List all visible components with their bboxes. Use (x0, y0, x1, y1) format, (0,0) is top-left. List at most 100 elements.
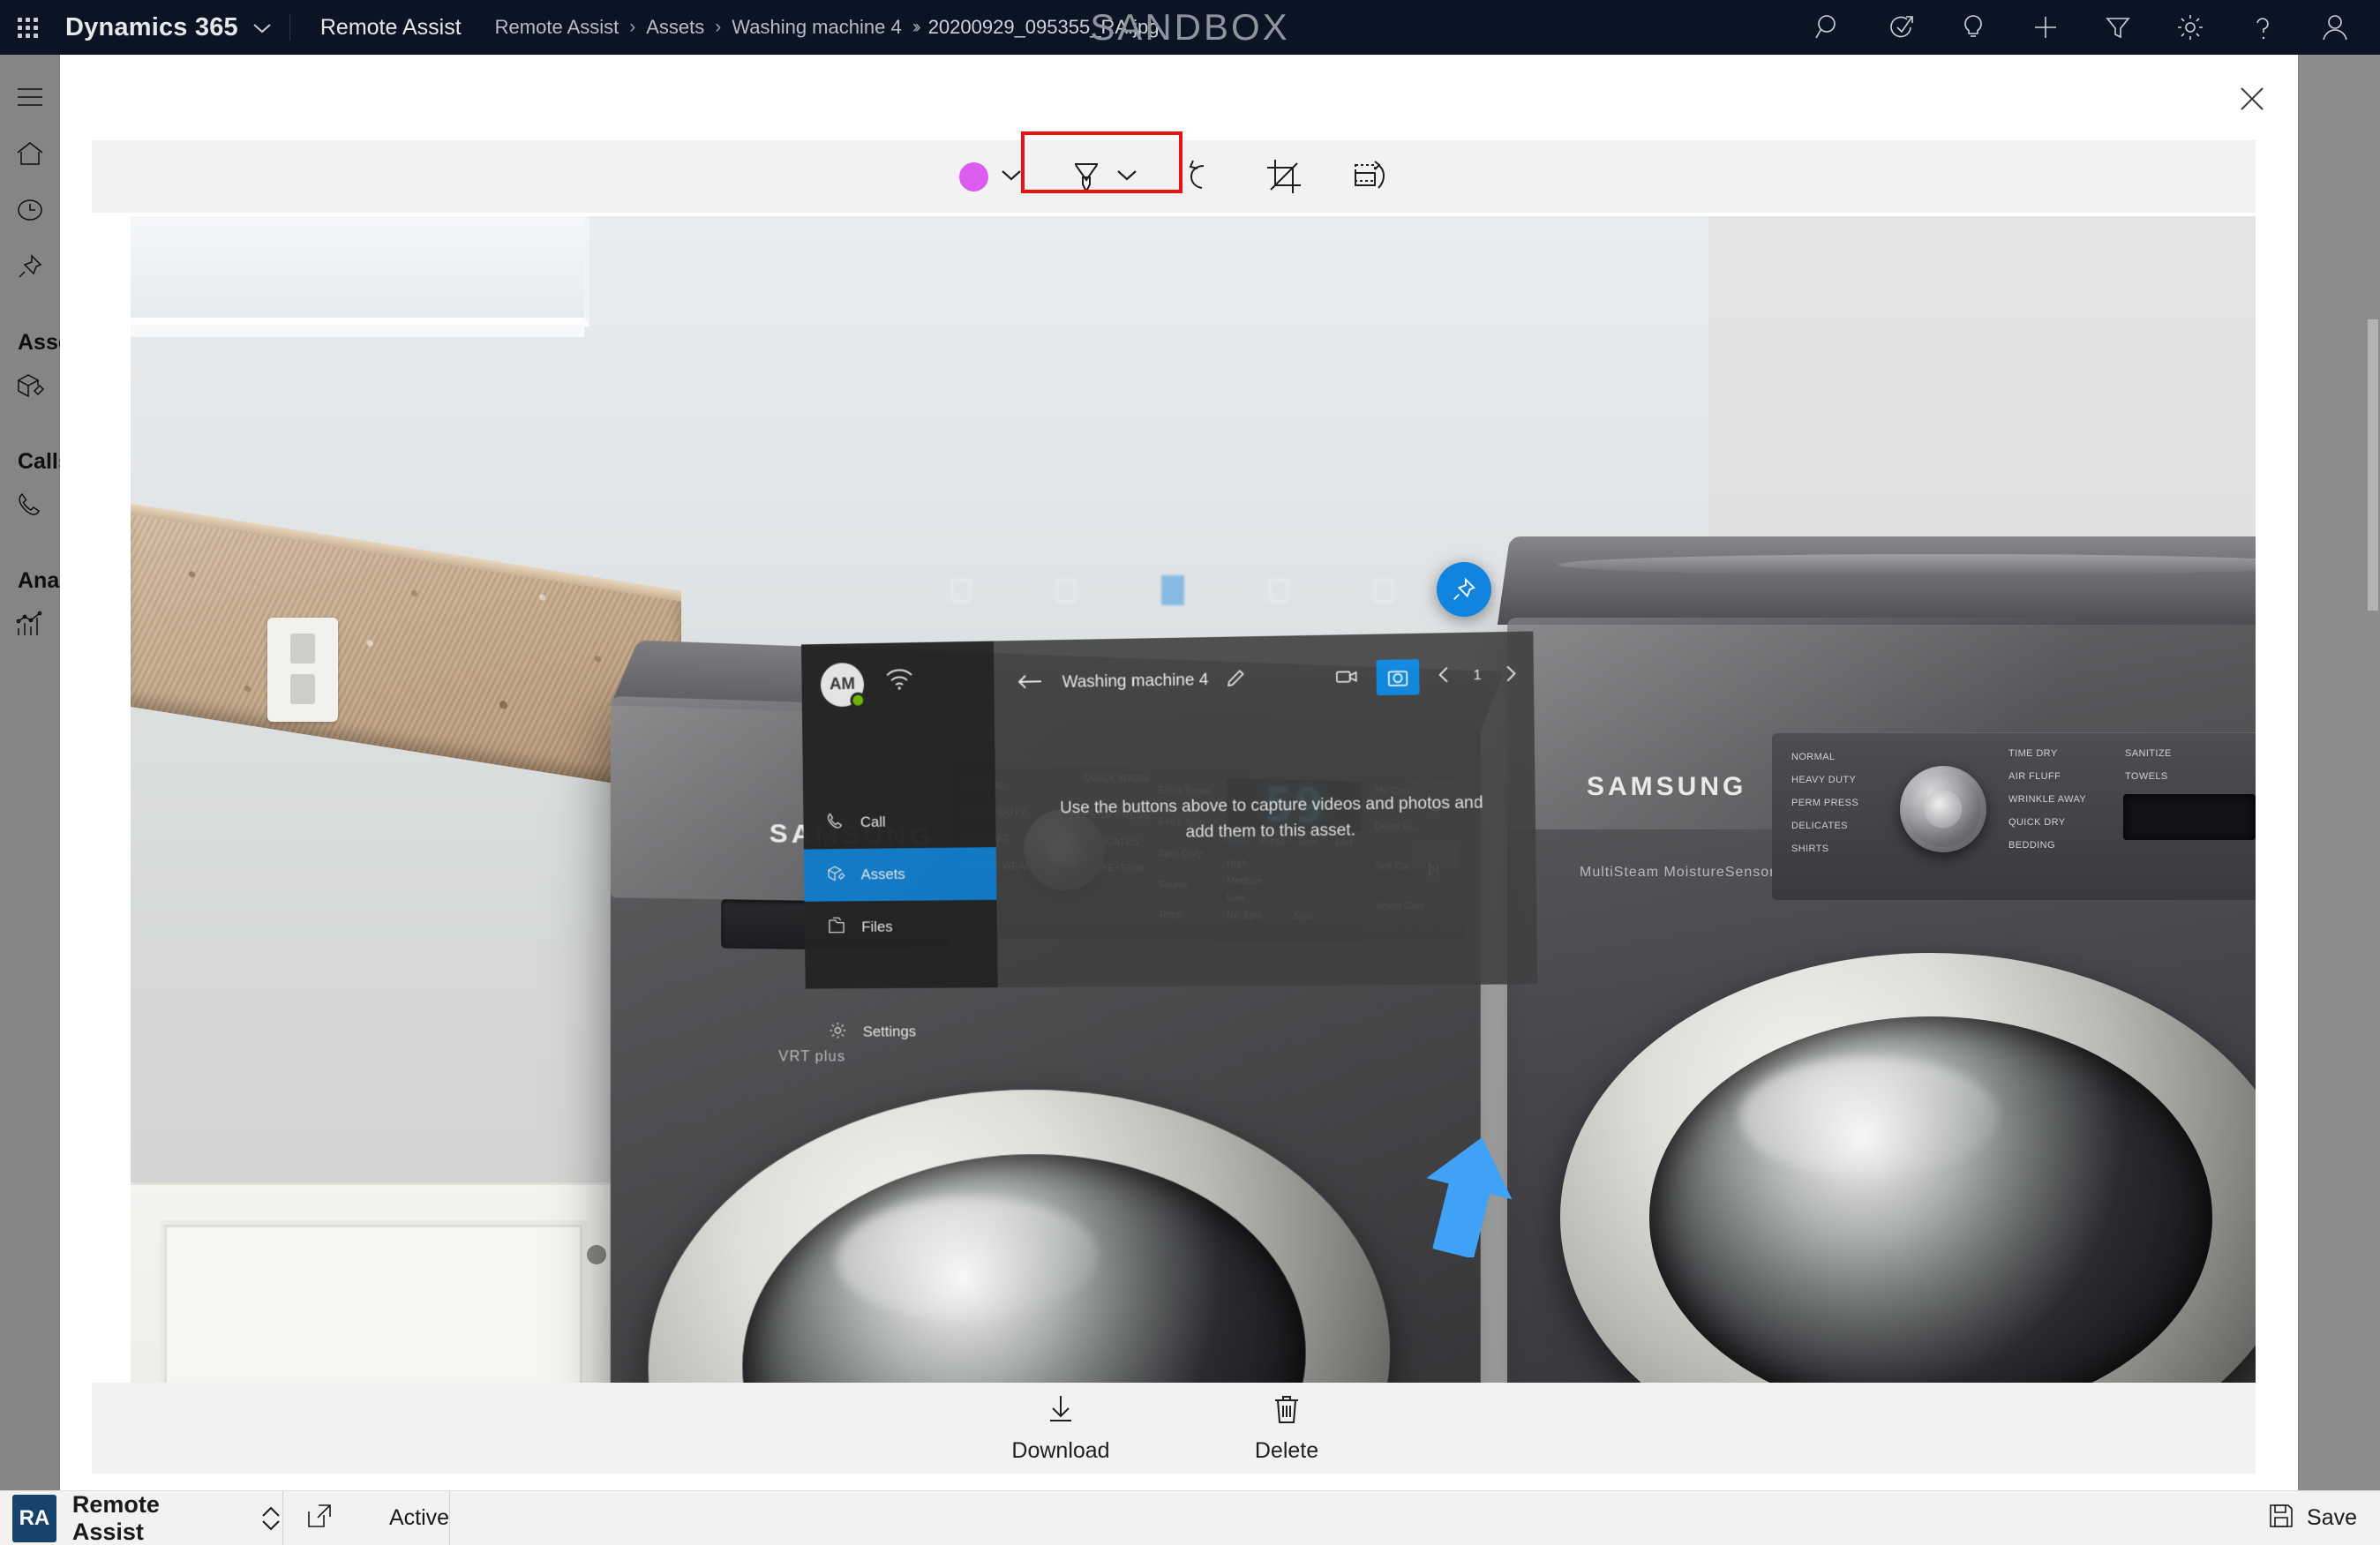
top-bar-actions (1792, 0, 2371, 55)
undo-icon (1189, 160, 1204, 189)
breadcrumb-item-1[interactable]: Assets (646, 16, 704, 39)
window (131, 216, 589, 337)
chevron-up-down-icon[interactable] (259, 1504, 282, 1534)
download-icon (1045, 1393, 1077, 1431)
dryer-control-panel: NORMAL HEAVY DUTY PERM PRESS DELICATES S… (1772, 732, 2256, 900)
status-state-label: Active (389, 1505, 450, 1530)
hologram-nav: Call Assets Files Settings (803, 794, 999, 1058)
holo-nav-settings[interactable]: Settings (806, 1005, 999, 1059)
pencil-icon[interactable] (1226, 668, 1245, 692)
user-avatar-icon[interactable] (2299, 0, 2371, 55)
popout-icon[interactable] (306, 1503, 333, 1534)
save-label: Save (2307, 1505, 2357, 1530)
image-canvas[interactable]: SAMSUNG MultiSteam MoistureSensor NORMAL… (131, 216, 2256, 1448)
ink-color-dot (958, 161, 988, 191)
chevron-down-icon[interactable] (1000, 168, 1023, 186)
wifi-icon (884, 667, 914, 694)
video-capture-button[interactable] (1335, 667, 1359, 690)
crop-icon (1266, 160, 1301, 193)
divider (449, 1490, 451, 1545)
trash-icon (1272, 1393, 1302, 1431)
blue-arrow-annotation (1415, 1134, 1520, 1259)
page-scrollbar[interactable] (2366, 55, 2380, 1490)
status-middle: Active (283, 1491, 449, 1545)
holo-nav-settings-label: Settings (862, 1023, 917, 1040)
gear-icon[interactable] (2154, 0, 2226, 55)
files-icon (827, 916, 846, 940)
breadcrumb-item-3: 20200929_095355_RA.jpg (927, 16, 1160, 38)
app-launcher-icon[interactable] (0, 0, 55, 55)
search-icon[interactable] (1792, 0, 1865, 55)
hologram-empty-message: Use the buttons above to capture videos … (1060, 793, 1483, 842)
breadcrumb-sep-1: › (715, 17, 722, 37)
quick-create-icon[interactable] (1865, 0, 1937, 55)
help-icon[interactable] (2226, 0, 2299, 55)
breadcrumb-item-2[interactable]: Washing machine 4 (732, 16, 901, 39)
photo-capture-button[interactable] (1376, 659, 1420, 696)
dryer-top-surface (1497, 536, 2256, 625)
status-app-switcher[interactable]: RA Remote Assist (0, 1491, 282, 1545)
chevron-down-icon[interactable] (1115, 168, 1138, 186)
pin-icon[interactable] (1437, 562, 1491, 617)
page-scrollbar-thumb[interactable] (2368, 319, 2378, 611)
dryer-door (1560, 953, 2256, 1448)
app-initials-badge: RA (12, 1494, 56, 1542)
ink-color-swatch[interactable] (947, 149, 1035, 204)
chevron-down-icon[interactable] (252, 19, 272, 40)
holo-nav-assets[interactable]: Assets (803, 847, 997, 902)
dryer-appliance: SAMSUNG MultiSteam MoistureSensor NORMAL… (1497, 536, 2256, 1448)
annotation-toolbar (92, 140, 2256, 213)
dryer-cycle-knob (1900, 766, 1986, 852)
plus-icon[interactable] (2009, 0, 2082, 55)
dryer-brand-badge: SAMSUNG (1587, 772, 1747, 801)
status-app-name: Remote Assist (71, 1490, 160, 1545)
holo-nav-files[interactable]: Files (805, 900, 998, 954)
undo-tool[interactable] (1172, 149, 1232, 204)
filter-icon[interactable] (2082, 0, 2154, 55)
delete-button-label: Delete (1254, 1437, 1319, 1463)
top-navigation-bar: Dynamics 365 Remote Assist Remote Assist… (0, 0, 2380, 55)
hologram-sidebar: AM Call Assets Files Settings (801, 641, 998, 988)
hologram-title: Washing machine 4 (1062, 671, 1209, 692)
download-button-label: Download (1011, 1437, 1110, 1463)
back-arrow-icon[interactable] (1017, 673, 1043, 694)
pen-tool[interactable] (1056, 149, 1151, 204)
status-bar: RA Remote Assist Active Save (0, 1490, 2380, 1545)
breadcrumb: Remote Assist › Assets › Washing machine… (495, 16, 1160, 39)
chevron-right-icon[interactable] (1505, 664, 1518, 687)
phone-icon (826, 811, 845, 835)
brand-title: Dynamics 365 (65, 12, 238, 41)
delete-button[interactable]: Delete (1198, 1393, 1375, 1464)
laundry-room-photo: SAMSUNG MultiSteam MoistureSensor NORMAL… (131, 216, 2256, 1448)
pen-icon (1074, 163, 1098, 194)
dryer-door-glass (1648, 1016, 2213, 1419)
image-preview-dialog: SAMSUNG MultiSteam MoistureSensor NORMAL… (60, 55, 2298, 1493)
crop-tool[interactable] (1253, 149, 1315, 204)
save-icon (2268, 1503, 2294, 1534)
hologram-header: Washing machine 4 1 (1017, 655, 1518, 704)
hologram-app-bar (951, 565, 1498, 616)
holo-nav-call[interactable]: Call (803, 794, 996, 849)
close-icon[interactable] (2224, 71, 2280, 127)
cabinet-knob (587, 1245, 606, 1264)
breadcrumb-sep-0: › (629, 17, 636, 37)
breadcrumb-item-0[interactable]: Remote Assist (495, 16, 619, 39)
rotate-icon (1354, 161, 1385, 189)
rotate-tool[interactable] (1336, 149, 1401, 204)
dryer-display (2123, 794, 2256, 840)
screen: Assets Calls Analytics Dynamics 365 (0, 0, 2380, 1545)
presence-indicator (850, 692, 867, 709)
image-actions-bar: Download Delete (92, 1383, 2256, 1474)
hologram-pager: 1 (1438, 664, 1518, 688)
holo-nav-files-label: Files (861, 918, 893, 935)
hologram-page-number: 1 (1473, 667, 1482, 684)
breadcrumb-sep-2: ›› (912, 17, 921, 37)
hologram-panel: AM Call Assets Files Settings Washing ma… (801, 631, 1538, 988)
chevron-left-icon[interactable] (1438, 665, 1451, 687)
status-save-action[interactable]: Save (2268, 1503, 2380, 1534)
gear-icon (829, 1020, 848, 1044)
assets-icon (826, 863, 845, 887)
lightbulb-icon[interactable] (1937, 0, 2009, 55)
download-button[interactable]: Download (972, 1393, 1149, 1464)
holo-nav-assets-label: Assets (860, 866, 905, 883)
